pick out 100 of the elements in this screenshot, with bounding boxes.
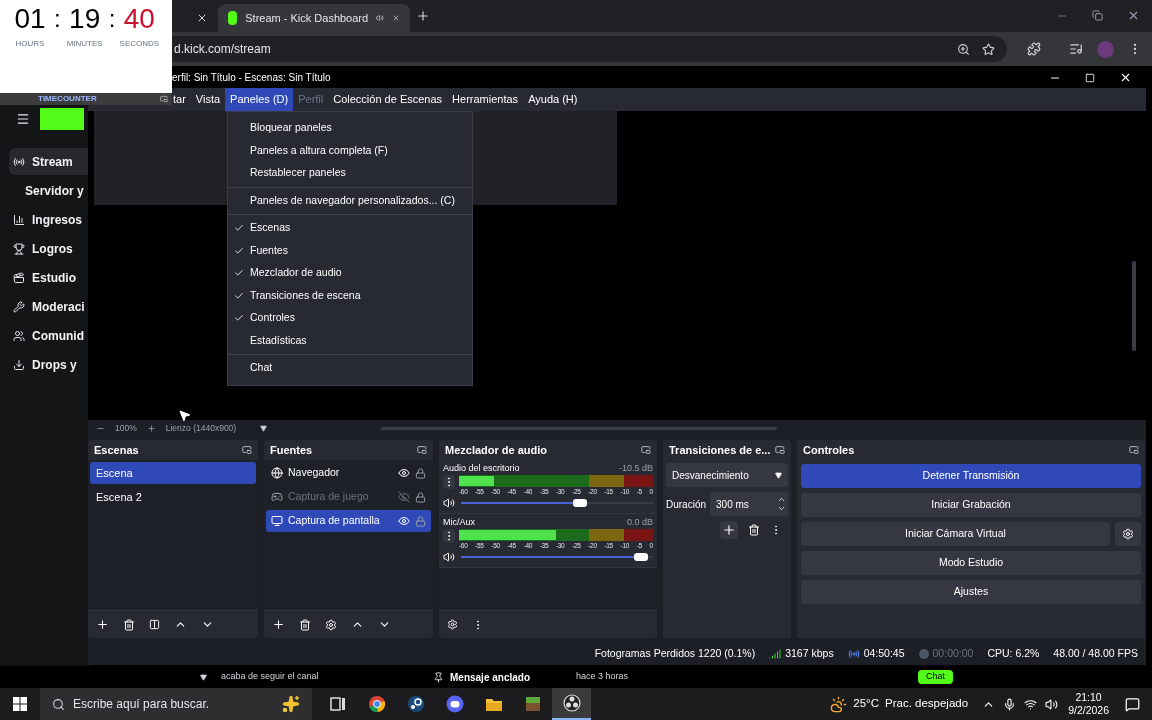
settings-button[interactable]: [1115, 522, 1141, 546]
start-icon[interactable]: [13, 697, 27, 711]
speaker-icon[interactable]: [376, 12, 385, 24]
address-bar[interactable]: d.kick.com/stream: [172, 36, 1008, 62]
delete-icon[interactable]: [299, 618, 311, 631]
advanced-audio-icon[interactable]: [447, 619, 458, 630]
delete-icon[interactable]: [748, 524, 760, 536]
menu-icon[interactable]: [16, 112, 30, 126]
menu-option[interactable]: Fuentes: [228, 239, 472, 262]
menu-option[interactable]: Paneles a altura completa (F): [228, 139, 472, 162]
control-button[interactable]: Iniciar Grabación: [801, 493, 1141, 517]
sidebar-subitem[interactable]: Servidor y: [0, 177, 90, 204]
sidebar-item[interactable]: Comunid: [9, 322, 90, 349]
sidebar-item[interactable]: Logros: [9, 235, 90, 262]
menu-item[interactable]: Colección de Escenas: [328, 88, 448, 111]
obs-icon[interactable]: [562, 694, 581, 712]
microphone-icon[interactable]: [1003, 697, 1017, 711]
menu-option[interactable]: Controles: [228, 307, 472, 330]
menu-option[interactable]: Chat: [228, 357, 472, 380]
menu-option[interactable]: Mezclador de audio: [228, 262, 472, 285]
menu-option[interactable]: Estadísticas: [228, 329, 472, 352]
duration-spinbox[interactable]: 300 ms: [710, 492, 788, 516]
settings-icon[interactable]: [325, 618, 337, 631]
volume-icon[interactable]: [1045, 697, 1059, 711]
sidebar-item[interactable]: Ingresos: [9, 206, 90, 233]
menu-item[interactable]: Vista: [190, 88, 226, 111]
volume-icon[interactable]: [443, 497, 455, 509]
eye-icon[interactable]: [398, 515, 410, 527]
search-input[interactable]: Escribe aquí para buscar.: [73, 695, 274, 713]
menu-option[interactable]: Escenas: [228, 217, 472, 240]
filter-icon[interactable]: [149, 619, 160, 630]
undock-icon[interactable]: [641, 445, 651, 455]
sidebar-item[interactable]: Drops y: [9, 351, 90, 378]
close-icon[interactable]: [1119, 71, 1132, 84]
menu-option[interactable]: Transiciones de escena: [228, 284, 472, 307]
add-icon[interactable]: [720, 521, 738, 539]
add-icon[interactable]: [96, 618, 109, 631]
zoom-in-icon[interactable]: [146, 423, 156, 433]
steam-icon[interactable]: [406, 695, 425, 713]
eye-off-icon[interactable]: [398, 491, 410, 503]
more-icon[interactable]: [443, 475, 455, 489]
discord-icon[interactable]: [445, 695, 464, 713]
zoom-icon[interactable]: [957, 42, 971, 56]
decrement-icon[interactable]: [777, 504, 786, 513]
menu-option[interactable]: Bloquear paneles: [228, 117, 472, 140]
undock-icon[interactable]: [242, 445, 252, 455]
chrome-icon[interactable]: [367, 695, 386, 713]
task-view-icon[interactable]: [328, 695, 347, 713]
new-tab-icon[interactable]: [416, 9, 430, 23]
undock-icon[interactable]: [417, 445, 427, 455]
source-item[interactable]: Captura de pantalla: [266, 510, 431, 532]
lock-icon[interactable]: [415, 467, 426, 479]
bookmark-star-icon[interactable]: [982, 42, 996, 56]
undock-icon[interactable]: [775, 445, 785, 455]
network-icon[interactable]: [1024, 697, 1038, 711]
undock-icon[interactable]: [1129, 445, 1139, 455]
media-controls-icon[interactable]: [1069, 42, 1084, 56]
window-resize-icon[interactable]: [160, 95, 168, 103]
weather-icon[interactable]: [830, 695, 848, 713]
control-button[interactable]: Iniciar Cámara Virtual: [801, 522, 1110, 546]
menu-item[interactable]: Ayuda (H): [523, 88, 583, 111]
clock[interactable]: 21:10 9/2/2026: [1068, 691, 1109, 717]
volume-icon[interactable]: [443, 551, 455, 563]
grass-block-icon[interactable]: [523, 695, 542, 713]
increment-icon[interactable]: [777, 495, 786, 504]
control-button[interactable]: Detener Transmisión: [801, 464, 1141, 488]
menu-item[interactable]: Herramientas: [447, 88, 524, 111]
eye-icon[interactable]: [398, 467, 410, 479]
menu-option[interactable]: Restablecer paneles: [228, 162, 472, 185]
sidebar-item[interactable]: Moderaci: [9, 293, 90, 320]
source-item[interactable]: Navegador: [266, 462, 431, 484]
scene-item[interactable]: Escena: [90, 462, 256, 484]
extensions-icon[interactable]: [1027, 42, 1042, 56]
lock-icon[interactable]: [415, 491, 426, 503]
volume-slider[interactable]: [461, 498, 653, 508]
control-button[interactable]: Ajustes: [801, 580, 1141, 604]
sidebar-item[interactable]: Estudio: [9, 264, 90, 291]
close-icon[interactable]: [1127, 9, 1140, 22]
close-tab-icon[interactable]: [196, 12, 208, 24]
transition-select[interactable]: Desvanecimiento: [666, 463, 788, 487]
sparkles-icon[interactable]: [282, 695, 300, 713]
menu-item[interactable]: tar: [168, 88, 191, 111]
control-button[interactable]: Modo Estudio: [801, 551, 1141, 575]
menu-option[interactable]: Paneles de navegador personalizados... (C): [228, 189, 472, 212]
notifications-icon[interactable]: [1125, 696, 1140, 712]
menu-item[interactable]: Paneles (D): [225, 88, 294, 111]
scene-item[interactable]: Escena 2: [90, 486, 256, 508]
search-bar[interactable]: Escribe aquí para buscar.: [40, 688, 312, 720]
chat-button[interactable]: Chat: [918, 670, 954, 684]
sidebar-item[interactable]: Stream: [9, 148, 90, 175]
delete-icon[interactable]: [123, 618, 135, 631]
browser-tab[interactable]: Stream - Kick Dashboard: [218, 4, 410, 32]
caret-icon[interactable]: [260, 424, 268, 432]
duration-input[interactable]: 300 ms: [716, 496, 761, 512]
volume-slider[interactable]: [461, 552, 653, 562]
maximize-icon[interactable]: [1085, 72, 1095, 83]
more-icon[interactable]: [443, 529, 455, 543]
add-icon[interactable]: [272, 618, 285, 631]
taskbar-app[interactable]: [552, 688, 591, 720]
restore-icon[interactable]: [1092, 10, 1103, 21]
